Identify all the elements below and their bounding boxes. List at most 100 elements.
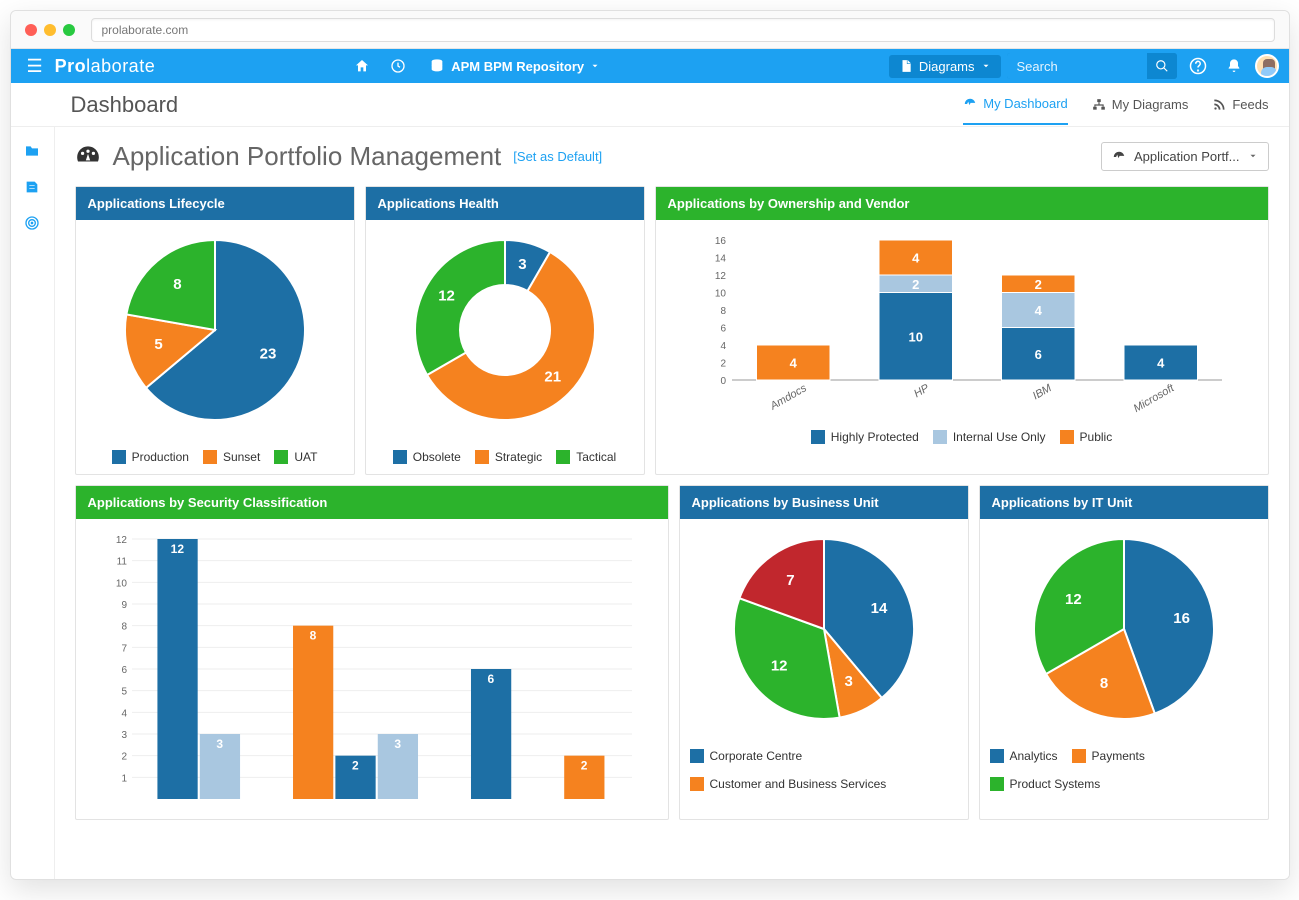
diagrams-button[interactable]: Diagrams [889,55,1001,78]
legend-swatch [990,749,1004,763]
tabs: My Dashboard My Diagrams Feeds [963,84,1268,125]
legend-label: Payments [1092,749,1145,763]
svg-text:12: 12 [115,535,127,546]
svg-text:0: 0 [720,376,726,387]
url-bar[interactable]: prolaborate.com [91,18,1275,42]
heading-title: Application Portfolio Management [113,141,502,172]
chart-bizunit[interactable]: 143127 [704,529,944,739]
legend-item[interactable]: Public [1060,430,1113,444]
panel-security: Applications by Security Classification … [75,485,669,820]
bell-icon[interactable] [1219,51,1249,81]
set-default-link[interactable]: [Set as Default] [513,149,602,164]
repository-selector[interactable]: APM BPM Repository [419,54,610,78]
legend-item[interactable]: Internal Use Only [933,430,1046,444]
legend-label: Obsolete [413,450,461,464]
legend-label: Sunset [223,450,260,464]
legend-swatch [556,450,570,464]
tab-my-diagrams[interactable]: My Diagrams [1092,84,1189,125]
close-icon[interactable] [25,24,37,36]
traffic-lights [25,24,75,36]
legend-item[interactable]: Strategic [475,450,542,464]
legend-item[interactable]: Analytics [990,749,1058,763]
legend-health: Obsolete Strategic Tactical [393,450,616,464]
legend-item[interactable]: UAT [274,450,317,464]
legend-label: Tactical [576,450,616,464]
legend-label: Highly Protected [831,430,919,444]
svg-text:4: 4 [912,251,920,266]
legend-swatch [112,450,126,464]
brand-logo[interactable]: Prolaborate [55,56,156,77]
svg-text:12: 12 [714,271,726,282]
chart-itunit[interactable]: 16812 [1004,529,1244,739]
svg-text:2: 2 [912,277,919,292]
clock-icon[interactable] [383,51,413,81]
svg-text:2: 2 [121,752,127,763]
legend-item[interactable]: Highly Protected [811,430,919,444]
sidebar-reviews-icon[interactable] [14,171,50,203]
tab-feeds[interactable]: Feeds [1212,84,1268,125]
tab-my-dashboard[interactable]: My Dashboard [963,84,1068,125]
browser-chrome: prolaborate.com [11,11,1289,49]
legend-item[interactable]: Customer and Business Services [690,777,887,791]
legend-item[interactable]: Payments [1072,749,1145,763]
chart-ownership[interactable]: 02468101214164Amdocs1024HP642IBM4Microso… [692,230,1232,420]
chart-health[interactable]: 32112 [395,230,615,440]
search-button[interactable] [1147,53,1177,79]
search-input[interactable] [1007,53,1147,79]
legend-item[interactable]: Production [112,450,189,464]
svg-text:4: 4 [1157,356,1165,371]
legend-item[interactable]: Corporate Centre [690,749,803,763]
svg-text:8: 8 [720,306,726,317]
panel-header: Applications by Business Unit [680,486,968,519]
legend-item[interactable]: Tactical [556,450,616,464]
svg-text:6: 6 [1034,347,1041,362]
help-icon[interactable] [1183,51,1213,81]
svg-text:16: 16 [1173,610,1190,627]
chevron-down-icon [981,61,991,71]
avatar[interactable] [1255,54,1279,78]
svg-text:12: 12 [1064,591,1081,608]
legend-swatch [990,777,1004,791]
legend-swatch [811,430,825,444]
svg-text:14: 14 [714,254,726,265]
panel-header: Applications by Security Classification [76,486,668,519]
dashboard-icon [963,97,977,111]
svg-text:2: 2 [1034,277,1041,292]
legend-itunit: Analytics Payments Product Systems [990,749,1258,791]
svg-text:12: 12 [170,542,184,556]
maximize-icon[interactable] [63,24,75,36]
legend-item[interactable]: Obsolete [393,450,461,464]
svg-text:12: 12 [770,658,787,675]
profile-selector[interactable]: Application Portf... [1101,142,1269,171]
chart-security[interactable]: 12345678910111212382362 [102,529,642,809]
panel-ownership: Applications by Ownership and Vendor 024… [655,186,1269,475]
legend-label: Production [132,450,189,464]
legend-swatch [203,450,217,464]
search-icon [1155,59,1169,73]
legend-swatch [475,450,489,464]
rss-icon [1212,98,1226,112]
minimize-icon[interactable] [44,24,56,36]
page-title: Dashboard [71,92,179,118]
legend-label: Analytics [1010,749,1058,763]
legend-item[interactable]: Sunset [203,450,260,464]
home-icon[interactable] [347,51,377,81]
legend-swatch [1060,430,1074,444]
svg-text:14: 14 [870,600,887,617]
sidebar-target-icon[interactable] [14,207,50,239]
content-area: Application Portfolio Management [Set as… [55,127,1289,879]
svg-text:11: 11 [116,557,127,568]
legend-label: Public [1080,430,1113,444]
sidebar-folder-icon[interactable] [14,135,50,167]
svg-text:6: 6 [487,672,494,686]
legend-ownership: Highly Protected Internal Use Only Public [811,430,1112,444]
sitemap-icon [1092,98,1106,112]
profile-label: Application Portf... [1134,149,1240,164]
legend-item[interactable]: Product Systems [990,777,1101,791]
chart-lifecycle[interactable]: 2358 [105,230,325,440]
legend-lifecycle: Production Sunset UAT [112,450,318,464]
panel-health: Applications Health 32112 ObsoleteStrate… [365,186,645,475]
svg-text:9: 9 [121,600,127,611]
hamburger-icon[interactable]: ☰ [21,56,49,77]
panel-itunit: Applications by IT Unit 16812 AnalyticsP… [979,485,1269,820]
